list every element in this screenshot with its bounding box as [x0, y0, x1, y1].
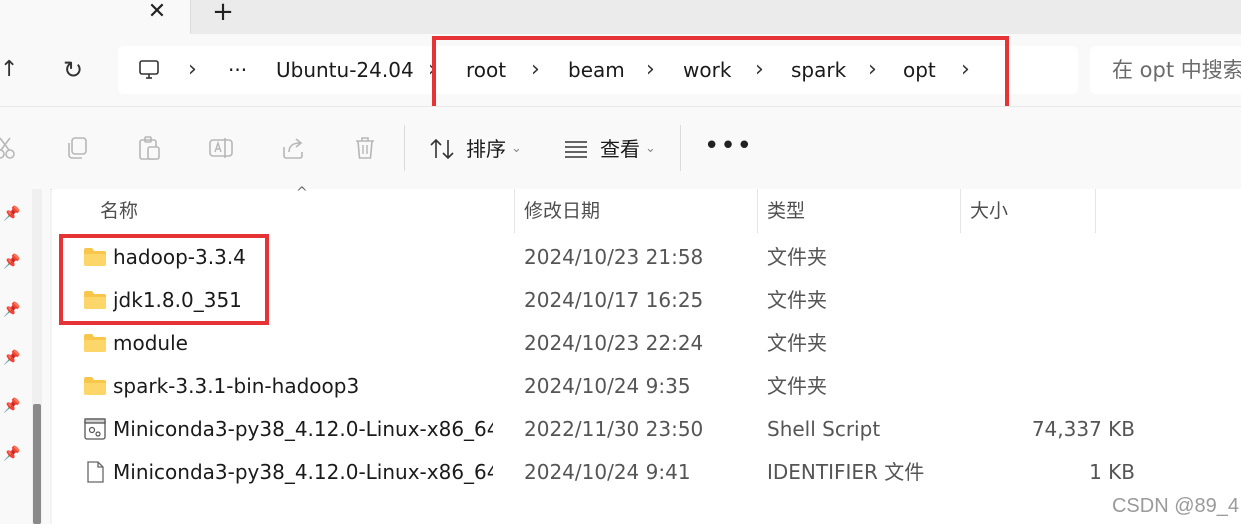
column-divider[interactable]: [757, 189, 758, 233]
file-row[interactable]: hadoop-3.3.4 2024/10/23 21:58 文件夹: [52, 236, 1241, 279]
delete-icon[interactable]: [352, 135, 378, 161]
active-tab[interactable]: ✕: [0, 0, 191, 34]
chevron-down-icon: ⌄: [645, 141, 656, 156]
cut-icon[interactable]: [0, 135, 18, 161]
view-icon: [565, 141, 587, 158]
view-label: 查看: [600, 137, 640, 161]
address-bar[interactable]: › ··· Ubuntu-24.04 › root › beam › work …: [118, 46, 1078, 94]
breadcrumb-root[interactable]: root: [466, 46, 506, 94]
chevron-down-icon: ⌄: [511, 141, 522, 156]
column-divider[interactable]: [514, 189, 515, 233]
search-input[interactable]: 在 opt 中搜索: [1090, 46, 1241, 94]
breadcrumb-separator[interactable]: ›: [755, 46, 764, 94]
file-date: 2024/10/24 9:35: [524, 374, 691, 398]
navigation-bar: ↑ ↻ › ··· Ubuntu-24.04 › root › beam › w…: [0, 34, 1241, 106]
navigation-pane: 📌 📌 📌 📌 📌 📌: [0, 189, 50, 524]
breadcrumb-separator[interactable]: ›: [188, 46, 197, 94]
view-button[interactable]: 查看 ⌄: [563, 133, 663, 165]
column-divider[interactable]: [960, 189, 961, 233]
refresh-icon[interactable]: ↻: [60, 56, 86, 84]
tab-strip: ✕ +: [0, 0, 1241, 34]
folder-icon: [84, 248, 106, 266]
file-row[interactable]: jdk1.8.0_351 2024/10/17 16:25 文件夹: [52, 279, 1241, 322]
file-row[interactable]: spark-3.3.1-bin-hadoop3 2024/10/24 9:35 …: [52, 365, 1241, 408]
column-divider[interactable]: [1095, 189, 1096, 233]
nav-pane-scroll-thumb[interactable]: [33, 404, 41, 524]
toolbar-divider: [680, 125, 681, 171]
breadcrumb-separator[interactable]: ›: [961, 46, 970, 94]
column-name[interactable]: 名称: [100, 189, 138, 233]
file-date: 2024/10/17 16:25: [524, 288, 704, 312]
column-date[interactable]: 修改日期: [524, 189, 600, 233]
breadcrumb-beam[interactable]: beam: [568, 46, 625, 94]
script-file-icon: [84, 418, 106, 440]
pin-icon[interactable]: 📌: [3, 206, 20, 222]
search-placeholder: 在 opt 中搜索: [1112, 58, 1241, 82]
file-row[interactable]: Miniconda3-py38_4.12.0-Linux-x86_64.zip.…: [52, 451, 1241, 494]
copy-icon[interactable]: [64, 135, 90, 161]
share-icon[interactable]: [280, 135, 306, 161]
breadcrumb-spark[interactable]: spark: [791, 46, 846, 94]
sort-button[interactable]: 排序 ⌄: [429, 133, 529, 165]
file-date: 2024/10/23 21:58: [524, 245, 704, 269]
folder-icon: [84, 377, 106, 395]
pin-icon[interactable]: 📌: [3, 446, 20, 462]
file-size: 1 KB: [1089, 460, 1135, 484]
sort-indicator-icon: ^: [296, 185, 308, 201]
file-row[interactable]: module 2024/10/23 22:24 文件夹: [52, 322, 1241, 365]
file-type: 文件夹: [767, 245, 827, 269]
more-options-button[interactable]: •••: [704, 131, 752, 161]
breadcrumb-separator[interactable]: ›: [428, 46, 437, 94]
file-date: 2024/10/23 22:24: [524, 331, 704, 355]
watermark: CSDN @89_4: [1111, 495, 1239, 517]
file-date: 2024/10/24 9:41: [524, 460, 691, 484]
new-tab-button[interactable]: +: [210, 0, 236, 25]
file-type: Shell Script: [767, 417, 881, 441]
pin-icon[interactable]: 📌: [3, 398, 20, 414]
paste-icon[interactable]: [136, 135, 162, 161]
breadcrumb-separator[interactable]: ›: [531, 46, 540, 94]
file-row[interactable]: Miniconda3-py38_4.12.0-Linux-x86_64.sh 2…: [52, 408, 1241, 451]
folder-icon: [84, 334, 106, 352]
breadcrumb-ubuntu[interactable]: Ubuntu-24.04: [276, 46, 414, 94]
pin-icon[interactable]: 📌: [3, 302, 20, 318]
toolbar-divider: [404, 125, 405, 171]
folder-icon: [84, 291, 106, 309]
file-type: IDENTIFIER 文件: [767, 460, 925, 484]
sort-icon: [430, 138, 454, 160]
breadcrumb-opt[interactable]: opt: [903, 46, 936, 94]
file-name: Miniconda3-py38_4.12.0-Linux-x86_64.sh: [113, 417, 493, 441]
file-name: jdk1.8.0_351: [113, 288, 242, 312]
sort-label: 排序: [466, 137, 506, 161]
file-name: hadoop-3.3.4: [113, 245, 246, 269]
file-list: ^ 名称 修改日期 类型 大小 hadoop-3.3.4 2024/10/23 …: [52, 185, 1241, 524]
this-pc-icon[interactable]: [138, 59, 160, 81]
column-header-row: ^ 名称 修改日期 类型 大小: [52, 185, 1241, 233]
command-bar: 排序 ⌄ 查看 ⌄ •••: [0, 106, 1241, 190]
up-arrow-icon[interactable]: ↑: [0, 58, 18, 82]
file-name: module: [113, 331, 188, 355]
breadcrumb-separator[interactable]: ›: [868, 46, 877, 94]
file-name: Miniconda3-py38_4.12.0-Linux-x86_64.zip.…: [113, 460, 493, 484]
file-size: 74,337 KB: [1031, 417, 1135, 441]
column-size[interactable]: 大小: [970, 189, 1008, 233]
file-type: 文件夹: [767, 374, 827, 398]
file-type: 文件夹: [767, 288, 827, 312]
pin-icon[interactable]: 📌: [3, 350, 20, 366]
file-type: 文件夹: [767, 331, 827, 355]
file-icon: [87, 461, 104, 483]
rename-icon[interactable]: [208, 135, 234, 161]
pin-icon[interactable]: 📌: [3, 254, 20, 270]
column-type[interactable]: 类型: [767, 189, 805, 233]
breadcrumb-overflow[interactable]: ···: [228, 46, 247, 94]
breadcrumb-work[interactable]: work: [683, 46, 731, 94]
breadcrumb-separator[interactable]: ›: [646, 46, 655, 94]
file-name: spark-3.3.1-bin-hadoop3: [113, 374, 360, 398]
close-tab-icon[interactable]: ✕: [146, 1, 168, 23]
file-date: 2022/11/30 23:50: [524, 417, 704, 441]
